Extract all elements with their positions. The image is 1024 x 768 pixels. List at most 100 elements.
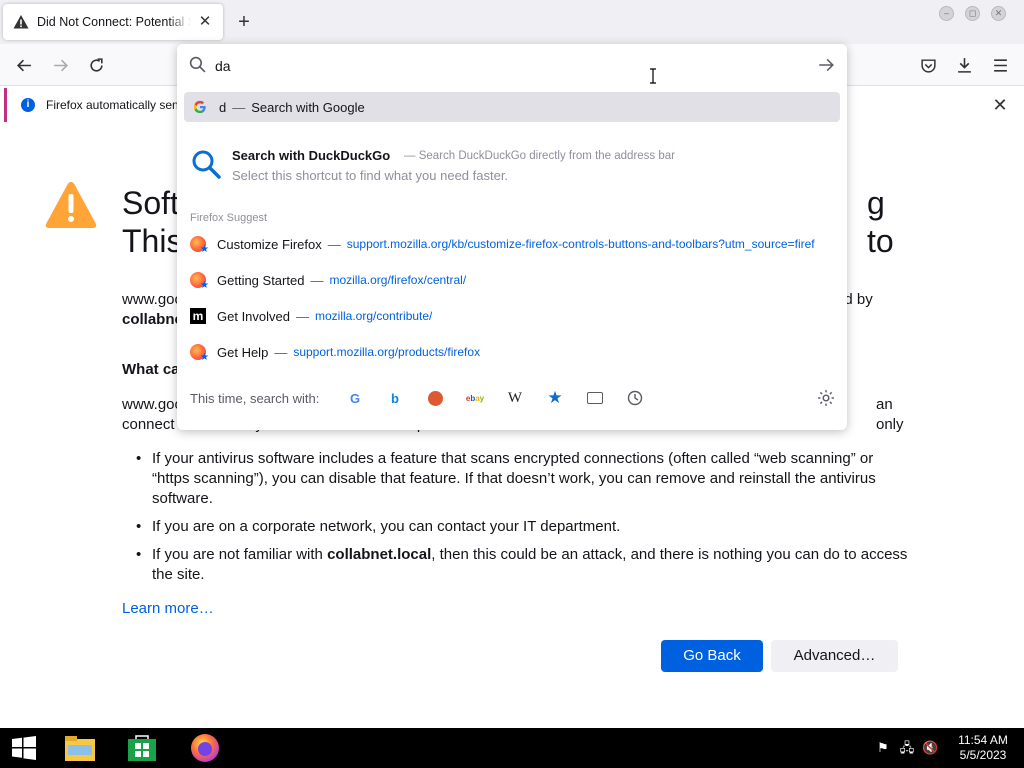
suggestion-title: Get Involved [217, 308, 290, 324]
suggestion-title: Getting Started [217, 272, 305, 288]
back-button[interactable] [12, 53, 36, 77]
tab-close-icon[interactable]: ✕ [197, 14, 213, 30]
urlbar-dropdown: d — Search with Google Search with DuckD… [177, 44, 847, 430]
flag-icon[interactable]: ⚑ [875, 740, 891, 756]
page-title-line2: This [122, 223, 183, 259]
search-with-label: This time, search with: [190, 390, 320, 406]
network-icon[interactable]: 🖧 [899, 740, 915, 756]
suggestion-url: mozilla.org/firefox/central/ [329, 273, 467, 287]
firefox-suggest-heading: Firefox Suggest [190, 212, 268, 224]
arrow-right-icon[interactable] [817, 56, 835, 74]
list-item: If your antivirus software includes a fe… [122, 449, 912, 509]
wikipedia-icon[interactable]: W [506, 389, 524, 407]
bookmarks-star-icon[interactable]: ★ [546, 388, 564, 407]
page-title-tail: g to [867, 185, 894, 259]
suggestion-row[interactable]: ★ Get Help — support.mozilla.org/product… [184, 340, 840, 364]
duckduckgo-icon[interactable] [426, 389, 444, 407]
google-search-label: Search with Google [251, 99, 365, 115]
hamburger-menu-icon [993, 58, 1007, 72]
para1-start: www.goo [122, 291, 183, 308]
list-item-bold: collabnet.local [327, 546, 432, 563]
reload-button[interactable] [84, 53, 108, 77]
info-icon: i [21, 98, 35, 112]
reload-icon [89, 57, 103, 72]
clock-time: 11:54 AM [958, 733, 1008, 747]
duckduckgo-title: Search with DuckDuckGo [232, 148, 391, 163]
forward-button[interactable] [48, 53, 72, 77]
windows-start-icon[interactable] [8, 736, 40, 760]
warning-icon [45, 182, 97, 228]
suggestion-row[interactable]: ★ Customize Firefox — support.mozilla.or… [184, 232, 840, 256]
search-icon [189, 56, 206, 73]
go-back-button[interactable]: Go Back [661, 640, 763, 672]
one-off-search-row: This time, search with: G b ebay W ★ [190, 386, 840, 410]
notification-text: Firefox automatically sen [46, 98, 179, 112]
google-search-term: d [219, 99, 227, 115]
duckduckgo-subtitle: — Search DuckDuckGo directly from the ad… [404, 150, 675, 162]
separator: — [232, 99, 246, 115]
urlbar-input-row [177, 44, 847, 86]
advice-list: If your antivirus software includes a fe… [122, 449, 912, 593]
ebay-icon[interactable]: ebay [466, 389, 484, 407]
volume-muted-icon[interactable]: 🔇 [922, 740, 938, 756]
notification-close-icon[interactable]: ✕ [990, 95, 1010, 115]
advanced-button[interactable]: Advanced… [771, 640, 898, 672]
separator: — [274, 344, 288, 360]
para2-start: www.goo [122, 396, 183, 413]
suggestion-url: support.mozilla.org/kb/customize-firefox… [346, 237, 815, 251]
list-item: If you are on a corporate network, you c… [122, 517, 912, 537]
close-window-button[interactable]: ✕ [991, 6, 1006, 21]
suggestion-row[interactable]: ★ Getting Started — mozilla.org/firefox/… [184, 268, 840, 292]
search-icon [192, 150, 221, 179]
suggestion-url: support.mozilla.org/products/firefox [293, 345, 481, 359]
pocket-icon [920, 58, 936, 73]
google-icon [192, 99, 208, 115]
firefox-icon[interactable] [189, 733, 221, 763]
suggestion-title: Get Help [217, 344, 269, 360]
pocket-button[interactable] [916, 53, 940, 77]
suggestion-title: Customize Firefox [217, 236, 322, 252]
firefox-icon: ★ [190, 272, 209, 291]
list-item-text: If you are not familiar with [152, 546, 328, 563]
page-title-line1: Soft [122, 185, 179, 221]
tab-active[interactable]: Did Not Connect: Potential Security Issu… [3, 4, 223, 40]
warning-icon [13, 15, 29, 29]
suggestion-row[interactable]: m Get Involved — mozilla.org/contribute/ [184, 304, 840, 328]
separator: — [310, 272, 324, 288]
taskbar: ⚑ 🖧 🔇 11:54 AM 5/5/2023 [0, 728, 1024, 768]
tabs-icon[interactable] [586, 389, 604, 407]
arrow-left-icon [16, 59, 31, 71]
system-clock[interactable]: 11:54 AM 5/5/2023 [952, 733, 1014, 763]
google-search-suggestion[interactable]: d — Search with Google [184, 92, 840, 122]
tab-title: Did Not Connect: Potential Security Issu… [37, 15, 191, 29]
list-item: If you are not familiar with collabnet.l… [122, 545, 912, 585]
firefox-icon: ★ [190, 236, 209, 255]
separator: — [296, 308, 309, 324]
duckduckgo-shortcut[interactable]: Search with DuckDuckGo — Search DuckDuck… [184, 142, 840, 190]
suggestion-url: mozilla.org/contribute/ [315, 309, 433, 323]
firefox-icon: ★ [190, 344, 209, 363]
address-input[interactable] [215, 56, 615, 76]
store-icon[interactable] [126, 733, 158, 763]
gear-icon[interactable] [817, 389, 835, 407]
separator: — [327, 236, 341, 252]
learn-more-link[interactable]: Learn more… [122, 600, 214, 617]
clock-date: 5/5/2023 [959, 748, 1007, 762]
arrow-right-icon [53, 59, 68, 71]
file-explorer-icon[interactable] [64, 733, 96, 763]
maximize-button[interactable]: ◻ [965, 6, 980, 21]
text-cursor-icon [650, 68, 656, 84]
mozilla-icon: m [190, 308, 206, 324]
bing-icon[interactable]: b [386, 389, 404, 407]
para2-end: an only [876, 396, 904, 433]
downloads-button[interactable] [952, 53, 976, 77]
menu-button[interactable] [988, 53, 1012, 77]
new-tab-button[interactable]: + [233, 11, 255, 33]
duckduckgo-description: Select this shortcut to find what you ne… [232, 168, 509, 183]
para1-bold: collabne [122, 311, 183, 328]
history-clock-icon[interactable] [626, 389, 644, 407]
minimize-button[interactable]: – [939, 6, 954, 21]
download-icon [957, 57, 971, 73]
tab-strip: Did Not Connect: Potential Security Issu… [0, 0, 1024, 44]
google-icon[interactable]: G [346, 389, 364, 407]
